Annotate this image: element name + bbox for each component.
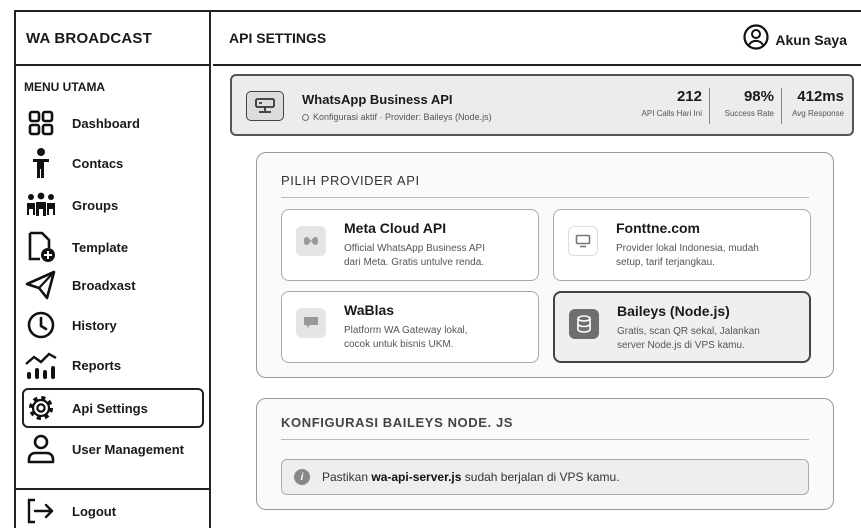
sidebar-item-label: Dashboard	[72, 115, 140, 131]
stat-value: 212	[676, 88, 702, 105]
sidebar-item-contacs[interactable]: Contacs	[24, 144, 204, 182]
status-subtitle: Konfigurasi aktif · Provider: Baileys (N…	[302, 112, 492, 122]
sidebar-item-label: Broadxast	[72, 277, 136, 293]
top-header: API SETTINGS Akun Saya	[213, 12, 861, 66]
person-icon	[24, 146, 58, 180]
divider	[281, 197, 809, 198]
sidebar-item-label: Reports	[72, 357, 122, 373]
provider-name: Meta Cloud API	[344, 220, 447, 236]
stat-value: 412ms	[797, 88, 844, 105]
provider-option-fonttne[interactable]: Fonttne.com Provider lokal Indonesia, mu…	[553, 209, 811, 281]
sidebar-item-label: Template	[72, 239, 129, 255]
clock-icon	[24, 308, 58, 342]
provider-description-line: Official WhatsApp Business API	[344, 243, 485, 254]
provider-description: Official WhatsApp Business API dari Meta…	[344, 242, 528, 269]
send-icon	[24, 268, 58, 302]
gear-icon	[24, 391, 58, 425]
sidebar-item-groups[interactable]: Groups	[24, 186, 204, 224]
sidebar-item-label: Groups	[72, 197, 119, 213]
monitor-icon	[568, 226, 598, 256]
config-notice: i Pastikan wa-api-server.js sudah berjal…	[281, 459, 809, 495]
grid-icon	[24, 106, 58, 140]
api-status-bar: WhatsApp Business API Konfigurasi aktif …	[230, 74, 854, 136]
menu-section-title: MENU UTAMA	[24, 80, 106, 94]
account-label: Akun Saya	[775, 31, 847, 48]
notice-prefix: Pastikan	[322, 470, 369, 484]
notice-file: wa-api-server.js	[371, 470, 462, 484]
info-icon: i	[294, 469, 310, 485]
provider-description: Gratis, scan QR sekal, Jalankan server N…	[617, 325, 799, 352]
status-dot-icon	[302, 113, 309, 121]
sidebar-divider	[16, 488, 209, 490]
provider-description-line: cocok untuk bisnis UKM.	[344, 338, 454, 350]
provider-description-line: Gratis, scan QR sekal, Jalankan	[617, 326, 760, 337]
stat-avg-response: 412ms Avg Response	[784, 88, 844, 118]
divider	[281, 439, 809, 440]
sidebar-item-reports[interactable]: Reports	[24, 346, 204, 384]
group-icon	[24, 188, 58, 222]
provider-name: Fonttne.com	[616, 220, 700, 236]
provider-description-line: dari Meta. Gratis untulve renda.	[344, 256, 485, 268]
stat-label: API Calls Hari Ini	[641, 109, 702, 118]
brand-title: WA BROADCAST	[16, 12, 209, 66]
provider-section-title: PILIH PROVIDER API	[281, 173, 420, 188]
infinity-icon	[296, 226, 326, 256]
sidebar: WA BROADCAST MENU UTAMA Dashboard Contac…	[16, 12, 211, 528]
provider-description: Platform WA Gateway lokal, cocok untuk b…	[344, 324, 528, 351]
stat-divider	[781, 88, 782, 124]
provider-description-line: Platform WA Gateway lokal,	[344, 325, 468, 336]
provider-name: Baileys (Node.js)	[617, 303, 730, 319]
sidebar-item-label: Api Settings	[72, 400, 148, 416]
config-section-title: KONFIGURASI BAILEYS NODE. JS	[281, 415, 514, 430]
page-title: API SETTINGS	[229, 30, 327, 46]
sidebar-item-user-management[interactable]: User Management	[24, 430, 204, 468]
stat-value: 98%	[743, 88, 774, 105]
provider-option-baileys[interactable]: Baileys (Node.js) Gratis, scan QR sekal,…	[553, 291, 811, 363]
provider-description-line: server Node.js di VPS kamu.	[617, 339, 745, 351]
status-title: WhatsApp Business API	[302, 92, 453, 107]
account-icon	[743, 24, 770, 55]
sidebar-item-api-settings[interactable]: Api Settings	[22, 388, 204, 428]
config-card: KONFIGURASI BAILEYS NODE. JS i Pastikan …	[256, 398, 834, 510]
sidebar-item-label: History	[72, 317, 117, 333]
sidebar-item-template[interactable]: Template	[24, 228, 204, 266]
sidebar-item-dashboard[interactable]: Dashboard	[24, 104, 204, 142]
sidebar-item-label: Contacs	[72, 155, 124, 171]
logout-label: Logout	[72, 503, 117, 519]
provider-option-wablas[interactable]: WaBlas Platform WA Gateway lokal, cocok …	[281, 291, 539, 363]
provider-description-line: setup, tarif terjangkau.	[616, 256, 715, 268]
server-icon	[246, 91, 284, 121]
sidebar-item-history[interactable]: History	[24, 306, 204, 344]
stat-divider	[709, 88, 710, 124]
stat-label: Avg Response	[792, 109, 844, 118]
chat-icon	[296, 308, 326, 338]
provider-name: WaBlas	[344, 302, 395, 318]
provider-description-line: Provider lokal Indonesia, mudah	[616, 243, 759, 254]
user-icon	[24, 432, 58, 466]
provider-description: Provider lokal Indonesia, mudah setup, t…	[616, 242, 800, 269]
logout-button[interactable]: Logout	[24, 492, 204, 528]
sidebar-item-label: User Management	[72, 441, 184, 457]
notice-suffix: sudah berjalan di VPS kamu.	[464, 470, 620, 484]
account-menu[interactable]: Akun Saya	[743, 24, 847, 55]
status-subtitle-text: Konfigurasi aktif · Provider: Baileys (N…	[313, 112, 492, 122]
database-icon	[569, 309, 599, 339]
stat-success-rate: 98% Success Rate	[714, 88, 774, 118]
stat-api-calls: 212 API Calls Hari Ini	[612, 88, 702, 118]
chart-icon	[24, 348, 58, 382]
provider-card: PILIH PROVIDER API Meta Cloud API Offici…	[256, 152, 834, 378]
add-file-icon	[24, 230, 58, 264]
logout-icon	[24, 494, 58, 528]
provider-option-meta-cloud[interactable]: Meta Cloud API Official WhatsApp Busines…	[281, 209, 539, 281]
sidebar-item-broadcast[interactable]: Broadxast	[24, 266, 204, 304]
stat-label: Success Rate	[724, 109, 774, 118]
